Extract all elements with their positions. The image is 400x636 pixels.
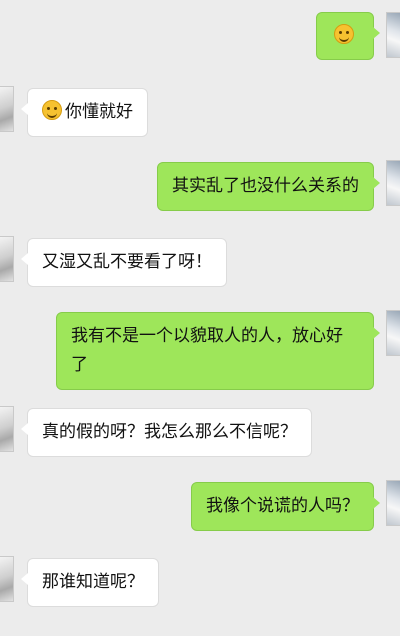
message-text: 又湿又乱不要看了呀！ bbox=[42, 252, 212, 272]
message-text: 我像个说谎的人吗？ bbox=[206, 496, 359, 516]
incoming-message-bubble[interactable]: 真的假的呀？我怎么那么不信呢？ bbox=[21, 408, 312, 457]
my-avatar[interactable] bbox=[386, 310, 400, 356]
contact-avatar[interactable] bbox=[0, 236, 14, 282]
contact-avatar[interactable] bbox=[386, 12, 400, 58]
outgoing-message-bubble[interactable]: 我有不是一个以貌取人的人，放心好了 bbox=[56, 312, 380, 390]
incoming-message-bubble[interactable]: 你懂就好 bbox=[21, 88, 148, 137]
contact-avatar[interactable] bbox=[0, 86, 14, 132]
outgoing-message-bubble[interactable]: 其实乱了也没什么关系的 bbox=[157, 162, 380, 211]
smirk-emoji-icon bbox=[333, 24, 354, 44]
my-avatar[interactable] bbox=[386, 480, 400, 526]
outgoing-message-bubble[interactable]: 我像个说谎的人吗？ bbox=[191, 482, 380, 531]
grin-emoji-icon bbox=[42, 100, 62, 120]
my-avatar[interactable] bbox=[386, 160, 400, 206]
contact-avatar[interactable] bbox=[0, 406, 14, 452]
message-text: 其实乱了也没什么关系的 bbox=[172, 176, 359, 196]
message-text: 真的假的呀？我怎么那么不信呢？ bbox=[42, 422, 297, 442]
incoming-message-bubble[interactable]: 那谁知道呢？ bbox=[21, 558, 159, 607]
contact-avatar[interactable] bbox=[0, 556, 14, 602]
message-text: 那谁知道呢？ bbox=[42, 572, 144, 592]
outgoing-message-bubble[interactable] bbox=[316, 12, 380, 60]
message-text: 我有不是一个以貌取人的人，放心好了 bbox=[71, 326, 343, 375]
message-text: 你懂就好 bbox=[65, 102, 133, 122]
incoming-message-bubble[interactable]: 又湿又乱不要看了呀！ bbox=[21, 238, 227, 287]
